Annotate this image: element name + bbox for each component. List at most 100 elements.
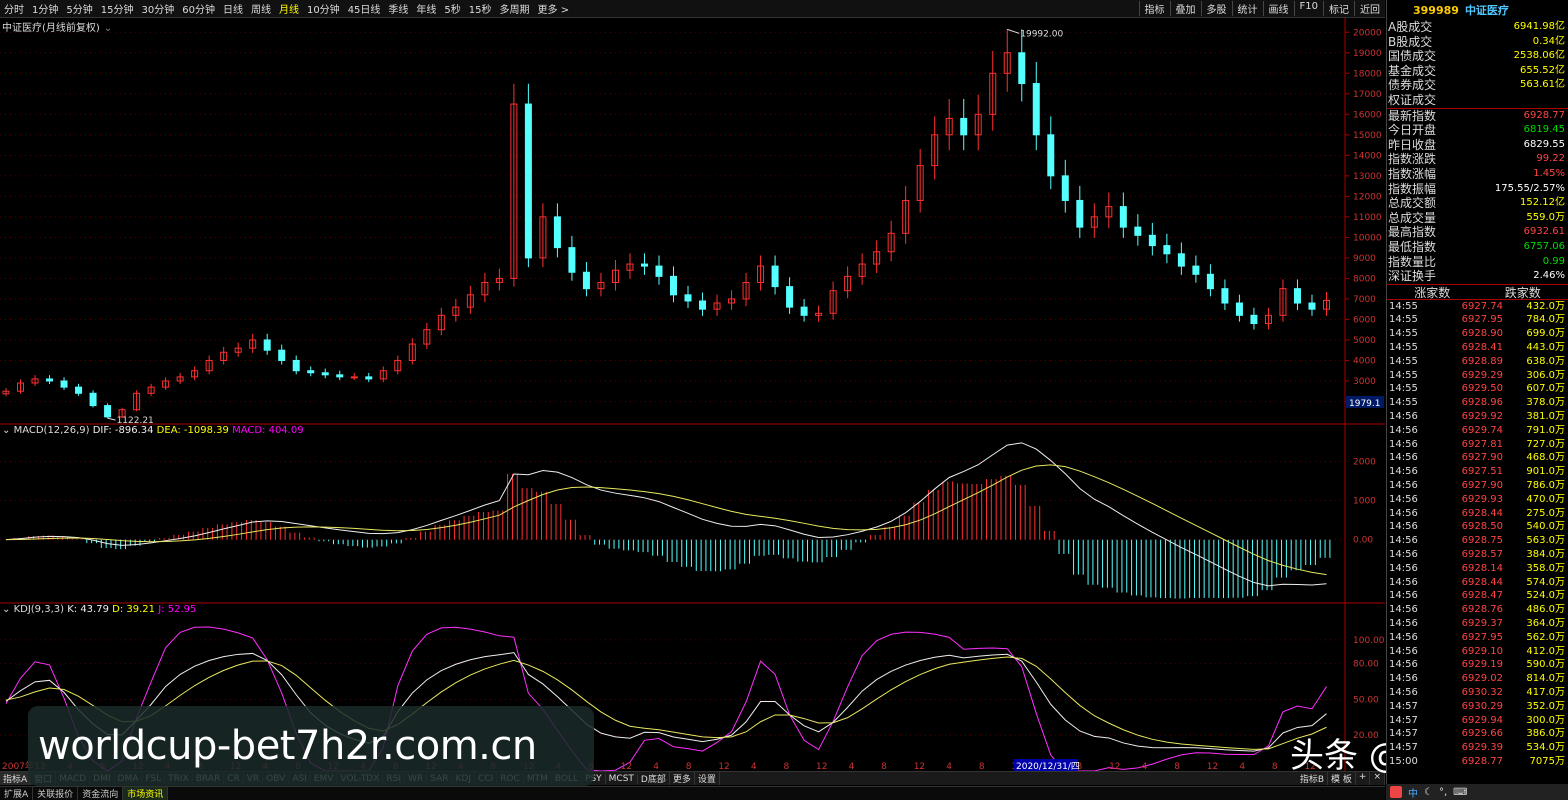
quote-value: 6819.45 xyxy=(1523,124,1565,136)
quote-row: 指数涨幅 1.45% xyxy=(1387,167,1568,182)
tick-time: 14:56 xyxy=(1389,687,1418,698)
period-4[interactable]: 30分钟 xyxy=(137,1,178,16)
tick-row: 14:56 6928.50 540.0万 xyxy=(1387,520,1568,534)
indicator-tab-24[interactable]: D底部 xyxy=(638,772,670,785)
toolbar-4[interactable]: 画线 xyxy=(1262,1,1294,16)
quote-row: 基金成交 655.52亿 xyxy=(1387,64,1568,79)
tick-volume: 524.0万 xyxy=(1526,590,1565,602)
tick-price: 6928.44 xyxy=(1461,576,1503,588)
moon-icon[interactable]: ☾ xyxy=(1424,787,1433,798)
toolbar-0[interactable]: 指标 xyxy=(1138,1,1170,16)
x-tick-label: 8 xyxy=(979,762,985,771)
tick-time: 14:56 xyxy=(1389,562,1418,574)
tick-volume: 364.0万 xyxy=(1526,618,1565,630)
candle-body xyxy=(263,339,271,351)
tick-price: 6930.29 xyxy=(1461,700,1503,712)
tick-price: 6928.75 xyxy=(1461,535,1503,547)
candle-body xyxy=(1119,206,1127,228)
status-tab-2[interactable]: 资金流向 xyxy=(78,787,124,800)
price-tick-label: 4000 xyxy=(1353,356,1376,366)
ime-icon[interactable]: 中 xyxy=(1408,785,1418,800)
toolbar-7[interactable]: 近回 xyxy=(1354,1,1385,16)
tick-row: 14:56 6928.44 574.0万 xyxy=(1387,576,1568,590)
indicator-tab-25[interactable]: 更多 xyxy=(670,772,695,785)
indicator-tab-26[interactable]: 设置 xyxy=(695,772,720,785)
period-1[interactable]: 1分钟 xyxy=(28,1,62,16)
period-14[interactable]: 15秒 xyxy=(465,1,496,16)
candle-body xyxy=(60,380,68,388)
kline-chart[interactable]: 20000 19000 18000 17000 16000 15000 14000 13000… xyxy=(0,18,1385,771)
x-tick-label: 12 xyxy=(1109,762,1120,771)
candle-body xyxy=(1061,175,1069,201)
period-0[interactable]: 分时 xyxy=(0,1,28,16)
x-tick-label: 4 xyxy=(653,762,659,771)
toolbar-2[interactable]: 多股 xyxy=(1200,1,1232,16)
candle-body xyxy=(307,370,315,374)
status-tab-1[interactable]: 关联报价 xyxy=(33,787,79,800)
app-icon[interactable] xyxy=(1390,786,1402,798)
period-7[interactable]: 周线 xyxy=(247,1,275,16)
x-tick-label: 12 xyxy=(621,762,632,771)
tick-volume: 306.0万 xyxy=(1526,369,1565,381)
period-15[interactable]: 多周期 xyxy=(496,1,534,16)
tick-row: 14:56 6928.76 486.0万 xyxy=(1387,603,1568,617)
tick-time: 14:56 xyxy=(1389,631,1418,643)
tick-time: 14:55 xyxy=(1389,328,1418,340)
period-12[interactable]: 年线 xyxy=(412,1,440,16)
tick-time: 14:56 xyxy=(1389,590,1418,602)
price-tick-label: 19000 xyxy=(1353,49,1382,59)
period-9[interactable]: 10分钟 xyxy=(303,1,344,16)
tick-volume: 412.0万 xyxy=(1526,645,1565,657)
period-16[interactable]: 更多 > xyxy=(534,1,574,16)
tick-row: 14:57 6929.94 300.0万 xyxy=(1387,714,1568,728)
chevron-down-icon[interactable]: ⌄ xyxy=(2,604,14,615)
quote-value: 152.12亿 xyxy=(1520,197,1565,209)
tick-volume: 275.0万 xyxy=(1526,507,1565,519)
quote-value: 6928.77 xyxy=(1523,109,1565,121)
tick-row: 14:55 6929.50 607.0万 xyxy=(1387,382,1568,396)
tick-volume: 300.0万 xyxy=(1526,714,1565,726)
quote-value: 99.22 xyxy=(1536,153,1565,165)
candle-body xyxy=(524,103,532,259)
period-6[interactable]: 日线 xyxy=(219,1,247,16)
period-2[interactable]: 5分钟 xyxy=(62,1,96,16)
indicator-tab-0[interactable]: 指标A xyxy=(0,772,32,785)
quote-label: 指数涨跌 xyxy=(1388,152,1437,167)
cursor-price: 1979.1 xyxy=(1349,399,1381,409)
period-5[interactable]: 60分钟 xyxy=(178,1,219,16)
period-11[interactable]: 季线 xyxy=(384,1,412,16)
tick-price: 6929.10 xyxy=(1461,645,1503,657)
toolbar-3[interactable]: 统计 xyxy=(1231,1,1263,16)
tick-volume: 470.0万 xyxy=(1526,493,1565,505)
kdj-tick-label: 50.00 xyxy=(1353,695,1379,705)
tick-row: 14:56 6929.37 364.0万 xyxy=(1387,617,1568,631)
quote-label: 权证成交 xyxy=(1388,92,1437,107)
tick-price: 6927.51 xyxy=(1461,466,1503,478)
tick-volume: 563.0万 xyxy=(1526,535,1565,547)
period-10[interactable]: 45日线 xyxy=(344,1,385,16)
punctuation-icon[interactable]: °, xyxy=(1439,787,1447,798)
tick-price: 6928.89 xyxy=(1461,355,1503,367)
candle-body xyxy=(1076,199,1084,228)
quote-row: 昨日收盘 6829.55 xyxy=(1387,138,1568,153)
candle-body xyxy=(1308,302,1316,310)
tick-volume: 386.0万 xyxy=(1526,728,1565,740)
status-tab-3[interactable]: 市场资讯 xyxy=(123,787,169,800)
quote-label: B股成交 xyxy=(1388,34,1433,49)
toolbar-1[interactable]: 叠加 xyxy=(1169,1,1201,16)
period-3[interactable]: 15分钟 xyxy=(97,1,138,16)
candle-body xyxy=(670,275,677,296)
status-tab-0[interactable]: 扩展A xyxy=(0,787,34,800)
tick-volume: 381.0万 xyxy=(1526,411,1565,423)
chevron-down-icon[interactable]: ⌄ xyxy=(2,425,14,436)
keyboard-icon[interactable]: ⌨ xyxy=(1453,787,1467,798)
toolbar-6[interactable]: 标记 xyxy=(1323,1,1354,16)
tick-row: 14:56 6928.44 275.0万 xyxy=(1387,507,1568,521)
toolbar-5[interactable]: F10 xyxy=(1293,1,1323,16)
indicator-tab-23[interactable]: MCST xyxy=(606,773,638,784)
tick-price: 6927.81 xyxy=(1461,438,1503,450)
period-13[interactable]: 5秒 xyxy=(440,1,464,16)
period-8[interactable]: 月线 xyxy=(275,1,303,16)
price-tick-label: 16000 xyxy=(1353,110,1382,120)
tick-price: 6929.39 xyxy=(1461,742,1503,754)
